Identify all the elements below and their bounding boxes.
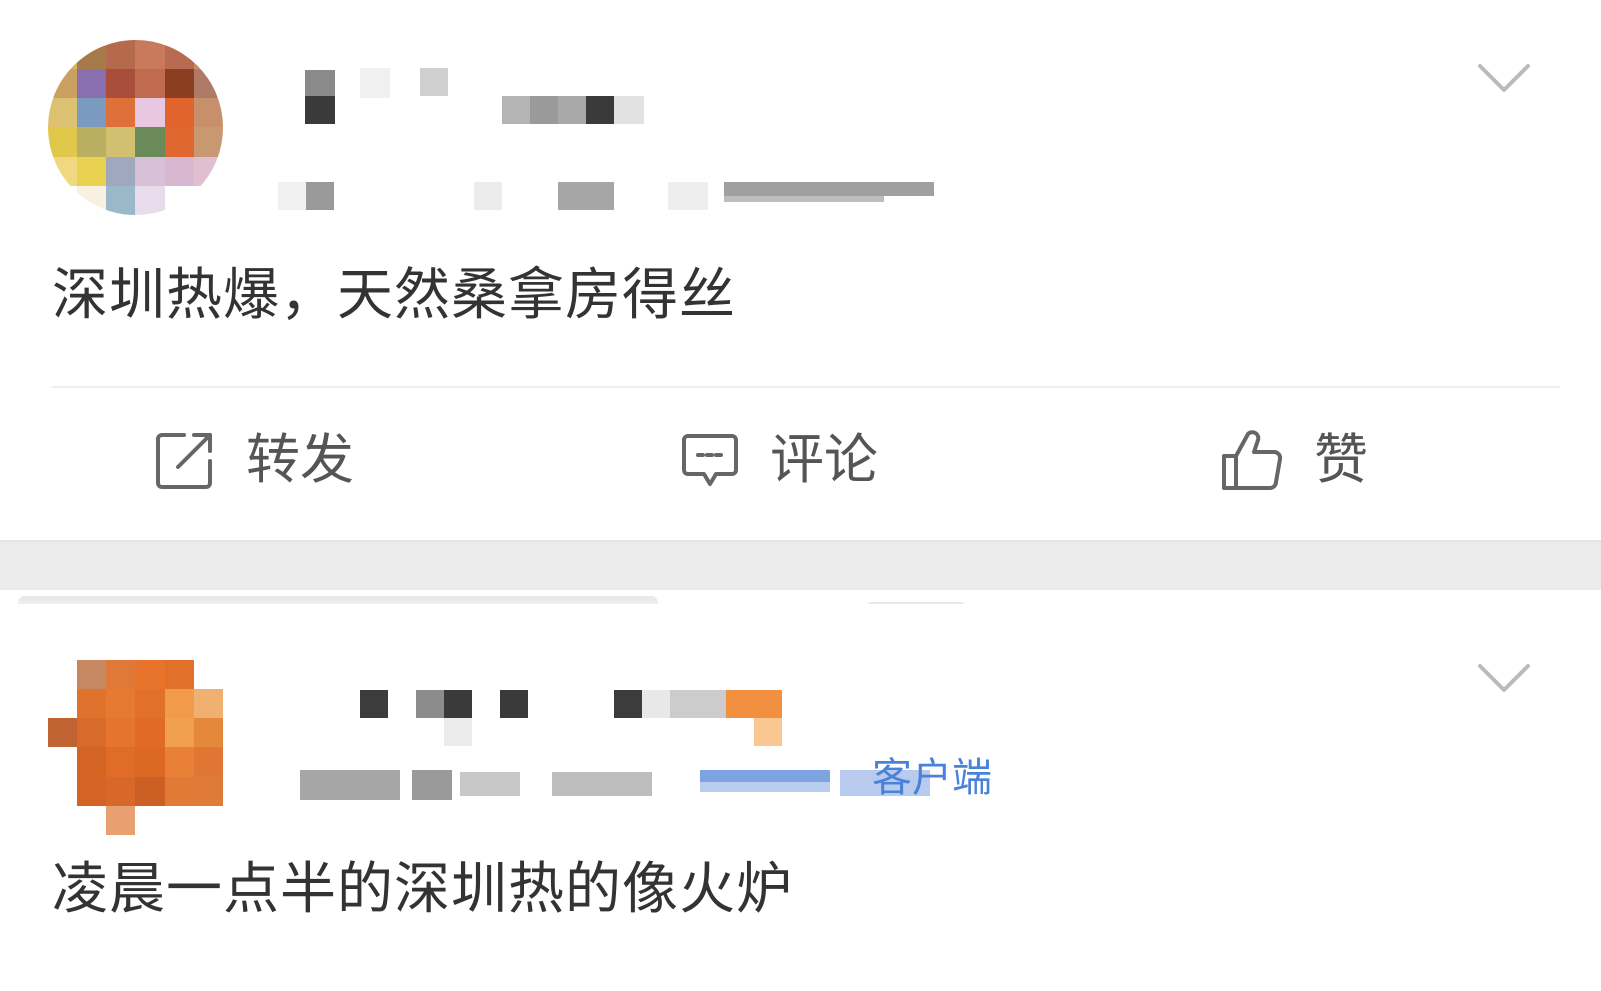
post-separator xyxy=(0,540,1601,590)
avatar[interactable] xyxy=(48,660,223,835)
post-menu-button[interactable] xyxy=(1476,58,1532,98)
post-text: 凌晨一点半的深圳热的像火炉 xyxy=(52,857,793,922)
avatar-mosaic xyxy=(48,660,223,835)
client-source: 客户端 xyxy=(872,755,992,801)
avatar[interactable] xyxy=(48,40,223,215)
post-card-1: 深圳热爆，天然桑拿房得丝 转发 评论 赞 xyxy=(0,0,1601,540)
like-label: 赞 xyxy=(1314,428,1368,491)
author-name[interactable] xyxy=(300,62,660,132)
weibo-feed: 深圳热爆，天然桑拿房得丝 转发 评论 赞 客户端 凌晨一点半的深圳热的像火炉 xyxy=(0,0,1601,991)
post-meta xyxy=(278,178,938,218)
repost-icon xyxy=(156,433,212,489)
chevron-down-icon xyxy=(1478,664,1530,692)
post-actions: 转发 评论 赞 xyxy=(0,400,1601,520)
chevron-down-icon xyxy=(1478,64,1530,92)
repost-label: 转发 xyxy=(246,428,354,491)
post-card-2: 客户端 凌晨一点半的深圳热的像火炉 xyxy=(0,604,1601,991)
thumbs-up-icon xyxy=(1222,430,1283,490)
avatar-mosaic xyxy=(48,40,223,215)
author-name[interactable] xyxy=(356,686,796,746)
post-meta: 客户端 xyxy=(300,752,1000,808)
comment-icon xyxy=(682,434,738,486)
repost-button[interactable]: 转发 xyxy=(154,418,354,502)
post-menu-button[interactable] xyxy=(1476,658,1532,698)
post-text: 深圳热爆，天然桑拿房得丝 xyxy=(52,263,736,328)
divider xyxy=(52,386,1560,388)
comment-button[interactable]: 评论 xyxy=(680,418,878,502)
comment-label: 评论 xyxy=(770,428,878,491)
like-button[interactable]: 赞 xyxy=(1220,418,1368,502)
